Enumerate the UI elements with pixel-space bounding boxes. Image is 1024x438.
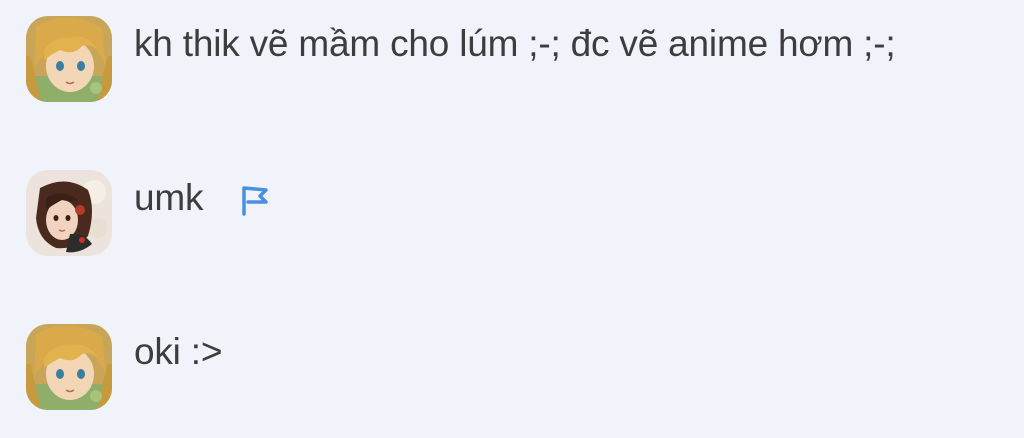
chat-message: umk	[0, 164, 1024, 264]
girl-avatar-icon	[26, 170, 112, 256]
chat-message: oki :>	[0, 318, 1024, 418]
anime-boy-avatar-icon	[26, 324, 112, 410]
flag-icon[interactable]	[238, 182, 272, 218]
avatar[interactable]	[26, 170, 112, 256]
chat-conversation: kh thik vẽ mầm cho lúm ;-; đc vẽ anime h…	[0, 0, 1024, 438]
message-text: umk	[134, 177, 204, 218]
avatar[interactable]	[26, 324, 112, 410]
message-text: oki :>	[134, 331, 223, 372]
chat-message: kh thik vẽ mầm cho lúm ;-; đc vẽ anime h…	[0, 10, 1024, 110]
message-text: kh thik vẽ mầm cho lúm ;-; đc vẽ anime h…	[134, 23, 896, 64]
anime-boy-avatar-icon	[26, 16, 112, 102]
avatar[interactable]	[26, 16, 112, 102]
